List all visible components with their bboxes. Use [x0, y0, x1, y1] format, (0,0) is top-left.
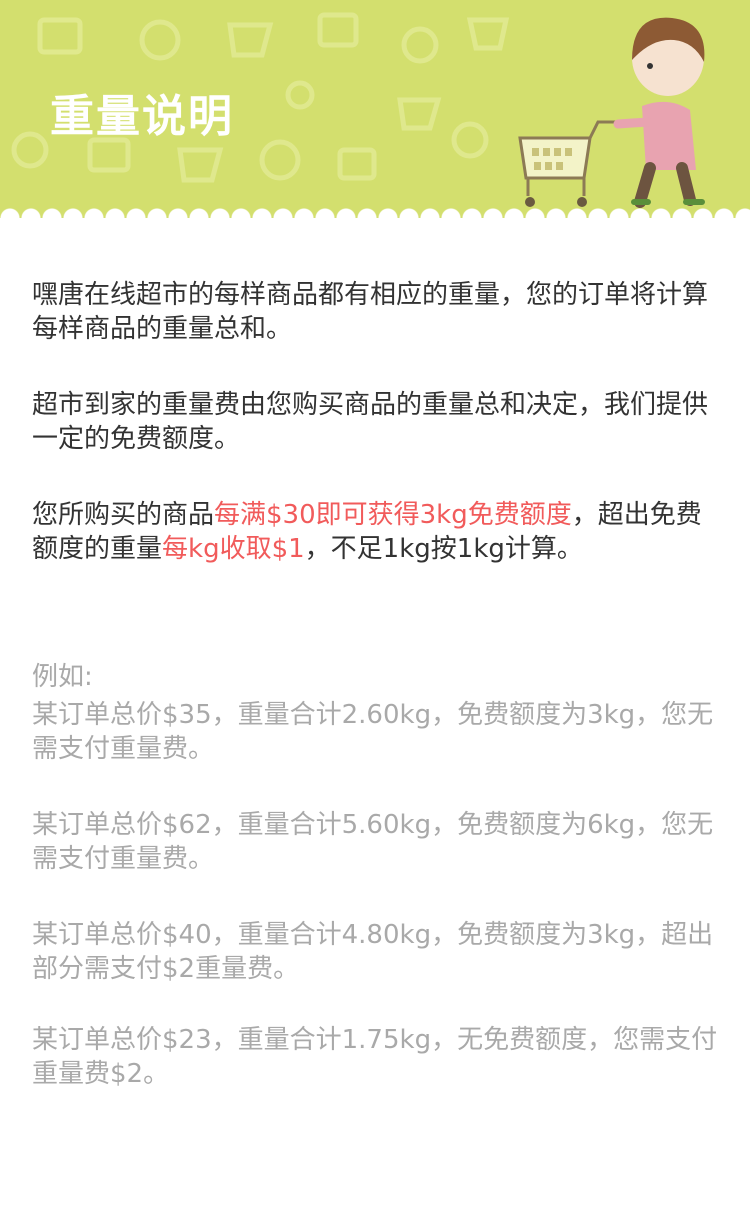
example-item: 某订单总价$35，重量合计2.60kg，免费额度为3kg，您无需支付重量费。 — [32, 700, 714, 764]
shopping-cart-icon — [518, 120, 620, 207]
scallop-base — [0, 218, 750, 222]
free-quota-paragraph: 您所购买的商品每满$30即可获得3kg免费额度，超出免费额度的重量每kg收取$1… — [32, 498, 722, 566]
page-title: 重量说明 — [50, 91, 234, 142]
examples-label: 例如: — [32, 662, 93, 692]
overweight-rate-highlight: 每kg收取$1 — [162, 534, 305, 564]
shopper-cart-illustration — [518, 17, 705, 208]
example-item: 某订单总价$62，重量合计5.60kg，免费额度为6kg，您无需支付重量费。 — [32, 810, 714, 874]
free-quota-text-a: 您所购买的商品 — [32, 500, 215, 530]
fee-paragraph: 超市到家的重量费由您购买商品的重量总和决定，我们提供一定的免费额度。 — [32, 390, 709, 454]
free-quota-text-e: ，不足1kg按1kg计算。 — [304, 534, 583, 564]
header-banner: 重量说明 — [0, 0, 750, 222]
shopper-figure — [613, 17, 705, 208]
example-item: 某订单总价$23，重量合计1.75kg，无免费额度，您需支付重量费$2。 — [32, 1025, 718, 1089]
example-item: 某订单总价$40，重量合计4.80kg，免费额度为3kg，超出部分需支付$2重量… — [32, 920, 714, 984]
free-quota-highlight: 每满$30即可获得3kg免费额度 — [214, 500, 572, 530]
intro-paragraph: 嘿唐在线超市的每样商品都有相应的重量，您的订单将计算每样商品的重量总和。 — [32, 280, 709, 344]
